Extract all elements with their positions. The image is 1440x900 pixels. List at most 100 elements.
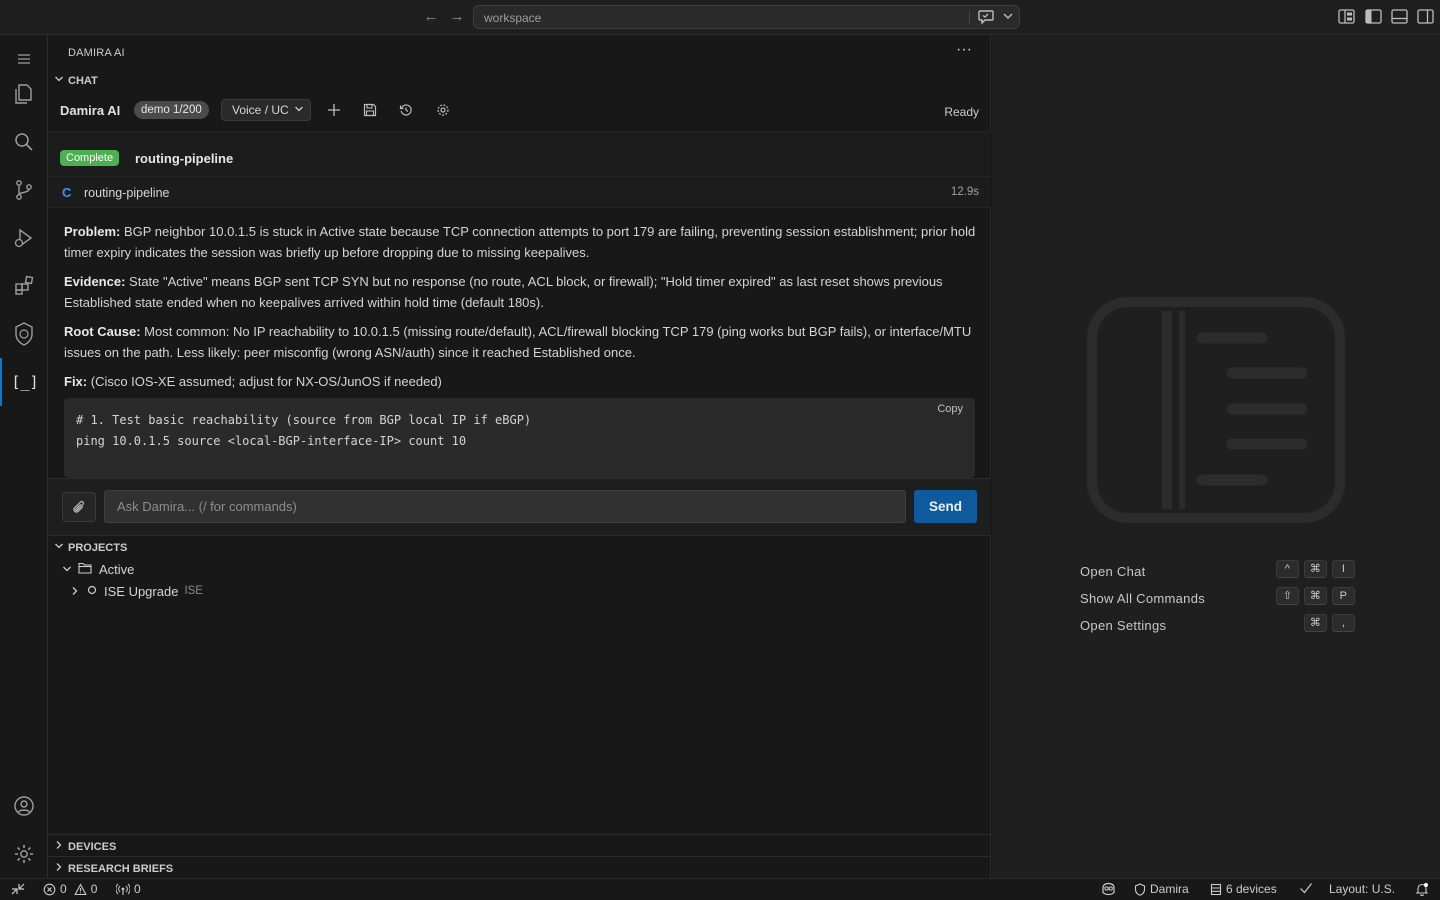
save-icon[interactable]: [359, 99, 381, 121]
chat-section-label: CHAT: [68, 74, 98, 87]
run-header: Complete routing-pipeline: [48, 131, 991, 181]
tool-call-row[interactable]: C routing-pipeline 12.9s: [48, 176, 991, 208]
projects-section-label: PROJECTS: [68, 541, 128, 554]
damira-ai-panel: DAMIRA AI ··· CHAT Damira AI demo 1/200 …: [48, 35, 991, 878]
paperclip-icon: [73, 500, 84, 513]
damira-ai-icon[interactable]: [_]: [0, 358, 48, 406]
remote-icon[interactable]: [10, 882, 26, 896]
toggle-panel-icon[interactable]: [1391, 9, 1408, 27]
notifications-bell-icon[interactable]: [1415, 882, 1429, 896]
chevron-right-icon: [70, 584, 80, 599]
chevron-right-icon: [54, 862, 64, 875]
shortcut-show-all-commands[interactable]: Show All Commands ⇧ ⌘ P: [1080, 587, 1355, 614]
chevron-down-icon: [62, 562, 72, 577]
tree-item-ise-upgrade[interactable]: ISE Upgrade ISE: [70, 580, 203, 602]
source-control-icon[interactable]: [0, 166, 48, 214]
code-block: # 1. Test basic reachability (source fro…: [64, 398, 975, 478]
folder-label: Active: [99, 561, 135, 577]
error-icon: [43, 883, 56, 895]
mode-select-value: Voice / UC: [232, 103, 289, 117]
gear-icon[interactable]: [0, 830, 48, 878]
chevron-right-icon: [54, 840, 64, 853]
chat-input[interactable]: [104, 490, 906, 523]
run-debug-icon[interactable]: [0, 214, 48, 262]
error-count: 0: [60, 882, 67, 896]
key: ^: [1276, 560, 1299, 578]
editor-watermark-logo-icon: [1087, 297, 1345, 523]
shield-icon: [1134, 882, 1146, 896]
fix-text: (Cisco IOS-XE assumed; adjust for NX-OS/…: [87, 374, 442, 389]
problem-label: Problem:: [64, 224, 121, 239]
ports-indicator[interactable]: 0: [116, 882, 141, 896]
warning-icon: [73, 882, 87, 895]
key: ⌘: [1304, 560, 1327, 578]
copilot-icon[interactable]: [1100, 882, 1117, 896]
account-icon[interactable]: [0, 782, 48, 830]
project-label: ISE Upgrade: [104, 583, 179, 599]
shortcut-open-settings[interactable]: Open Settings ⌘ ,: [1080, 614, 1355, 641]
root-cause-label: Root Cause:: [64, 324, 141, 339]
send-button[interactable]: Send: [914, 490, 977, 523]
broadcast-icon: [116, 883, 130, 895]
devices-section-header[interactable]: DEVICES: [48, 834, 991, 856]
shortcut-open-chat[interactable]: Open Chat ^ ⌘ I: [1080, 560, 1355, 587]
attach-button[interactable]: [62, 492, 96, 522]
key: ,: [1332, 614, 1355, 632]
mode-select[interactable]: Voice / UC: [221, 99, 311, 121]
devices-status[interactable]: 6 devices: [1210, 882, 1277, 896]
run-name: routing-pipeline: [135, 151, 234, 166]
research-section-label: RESEARCH BRIEFS: [68, 862, 174, 875]
explorer-icon[interactable]: [0, 70, 48, 118]
extensions-icon[interactable]: [0, 262, 48, 310]
arrow-right-icon[interactable]: →: [448, 8, 466, 26]
tool-duration: 12.9s: [950, 186, 979, 198]
evidence-label: Evidence:: [64, 274, 126, 289]
code-content: # 1. Test basic reachability (source fro…: [76, 410, 531, 452]
problem-paragraph: Problem: BGP neighbor 10.0.1.5 is stuck …: [64, 221, 976, 263]
toggle-secondary-sidebar-icon[interactable]: [1417, 9, 1434, 27]
command-center-text: workspace: [484, 11, 542, 25]
title-bar: ← → workspace: [0, 0, 1440, 35]
chevron-down-icon: [294, 100, 304, 120]
account-status[interactable]: Damira: [1134, 882, 1189, 896]
root-cause-text: Most common: No IP reachability to 10.0.…: [64, 324, 972, 360]
editor-empty-area: Open Chat ^ ⌘ I Show All Commands ⇧ ⌘ P …: [992, 35, 1440, 878]
key: ⌘: [1304, 587, 1327, 605]
shortcut-label: Open Settings: [1080, 618, 1167, 633]
devices-header-content: DEVICES: [54, 840, 116, 853]
customize-layout-icon[interactable]: [1338, 9, 1355, 27]
copy-button[interactable]: Copy: [937, 403, 963, 415]
chat-toolbar: Damira AI demo 1/200 Voice / UC Ready: [48, 95, 991, 131]
brand-label: Damira AI: [60, 103, 121, 118]
divider: [969, 10, 970, 25]
tool-name: routing-pipeline: [84, 186, 170, 200]
search-icon[interactable]: [0, 118, 48, 166]
shortcut-keys: ⌘ ,: [1304, 614, 1355, 632]
new-chat-button[interactable]: [323, 99, 345, 121]
check-icon[interactable]: [1299, 882, 1313, 894]
keyboard-layout-status[interactable]: Layout: U.S.: [1329, 882, 1395, 896]
project-tag: ISE: [184, 585, 203, 597]
server-icon: [1210, 883, 1222, 895]
toggle-primary-sidebar-icon[interactable]: [1365, 9, 1382, 27]
history-icon[interactable]: [395, 99, 417, 121]
root-cause-paragraph: Root Cause: Most common: No IP reachabil…: [64, 321, 976, 363]
shortcut-keys: ⇧ ⌘ P: [1276, 587, 1355, 605]
arrow-left-icon[interactable]: ←: [422, 8, 440, 26]
more-actions-icon[interactable]: ···: [956, 41, 972, 59]
chat-bubble-icon[interactable]: [977, 9, 995, 28]
key: ⌘: [1304, 614, 1327, 632]
projects-section-header[interactable]: PROJECTS: [54, 541, 127, 554]
research-briefs-section-header[interactable]: RESEARCH BRIEFS: [48, 856, 991, 878]
chat-section-header[interactable]: CHAT: [54, 74, 98, 87]
code-line: ping 10.0.1.5 source <local-BGP-interfac…: [76, 434, 467, 448]
chevron-down-icon[interactable]: [1002, 10, 1014, 25]
shield-extension-icon[interactable]: [0, 310, 48, 358]
settings-gear-icon[interactable]: [432, 99, 454, 121]
problems-indicator[interactable]: 0 0: [43, 882, 97, 896]
key: P: [1332, 587, 1355, 605]
evidence-text: State "Active" means BGP sent TCP SYN bu…: [64, 274, 943, 310]
tree-folder-active[interactable]: Active: [62, 558, 134, 580]
command-center[interactable]: workspace: [473, 5, 1020, 29]
problem-text: BGP neighbor 10.0.1.5 is stuck in Active…: [64, 224, 976, 260]
